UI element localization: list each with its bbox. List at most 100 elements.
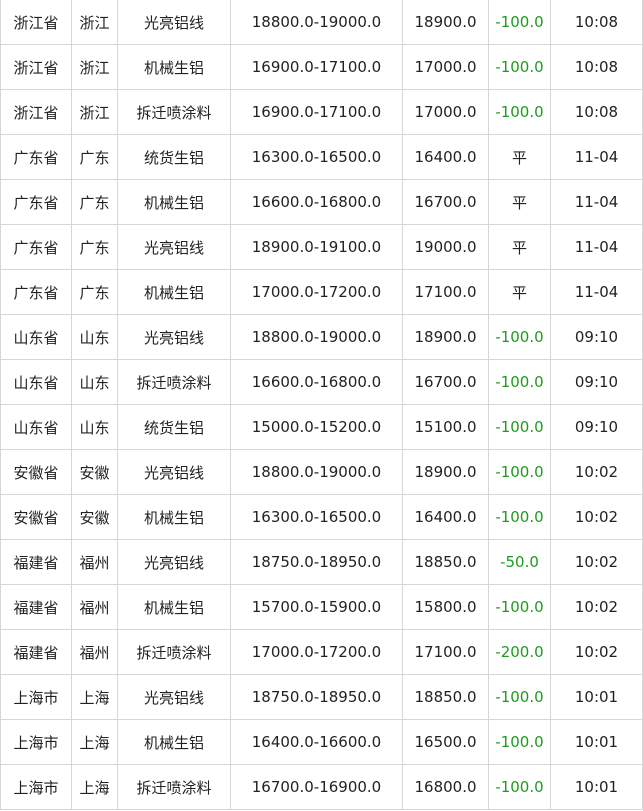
price-range-cell: 18800.0-19000.0	[230, 314, 403, 360]
province-cell: 安徽省	[0, 449, 72, 495]
average-price-cell: 18900.0	[402, 0, 489, 45]
product-cell: 机械生铝	[117, 269, 231, 315]
average-price-cell: 16800.0	[402, 764, 489, 810]
update-time-cell: 11-04	[550, 224, 643, 270]
average-price-cell: 16700.0	[402, 179, 489, 225]
city-cell: 安徽	[71, 449, 118, 495]
product-cell: 拆迁喷涂料	[117, 629, 231, 675]
average-price-cell: 17000.0	[402, 44, 489, 90]
province-cell: 广东省	[0, 224, 72, 270]
table-row: 福建省 福州 机械生铝 15700.0-15900.0 15800.0 -100.0 10:…	[0, 584, 643, 630]
price-change-cell: -100.0	[488, 584, 551, 630]
province-cell: 广东省	[0, 134, 72, 180]
price-change-cell: 平	[488, 134, 551, 180]
city-cell: 山东	[71, 404, 118, 450]
table-row: 上海市 上海 光亮铝线 18750.0-18950.0 18850.0 -100.0 10:…	[0, 674, 643, 720]
table-row: 广东省 广东 机械生铝 16600.0-16800.0 16700.0 平 11-04	[0, 179, 643, 225]
price-change-cell: 平	[488, 269, 551, 315]
average-price-cell: 16400.0	[402, 134, 489, 180]
price-change-cell: -100.0	[488, 314, 551, 360]
average-price-cell: 16400.0	[402, 494, 489, 540]
average-price-cell: 17000.0	[402, 89, 489, 135]
city-cell: 广东	[71, 134, 118, 180]
price-range-cell: 16700.0-16900.0	[230, 764, 403, 810]
price-range-cell: 16900.0-17100.0	[230, 89, 403, 135]
product-cell: 拆迁喷涂料	[117, 359, 231, 405]
price-range-cell: 15700.0-15900.0	[230, 584, 403, 630]
average-price-cell: 19000.0	[402, 224, 489, 270]
table-row: 上海市 上海 机械生铝 16400.0-16600.0 16500.0 -100.0 10:…	[0, 719, 643, 765]
update-time-cell: 10:08	[550, 44, 643, 90]
province-cell: 浙江省	[0, 0, 72, 45]
product-cell: 机械生铝	[117, 44, 231, 90]
update-time-cell: 10:02	[550, 629, 643, 675]
price-range-cell: 16900.0-17100.0	[230, 44, 403, 90]
city-cell: 广东	[71, 224, 118, 270]
update-time-cell: 11-04	[550, 134, 643, 180]
table-row: 浙江省 浙江 拆迁喷涂料 16900.0-17100.0 17000.0 -100.0 10…	[0, 89, 643, 135]
city-cell: 浙江	[71, 89, 118, 135]
product-cell: 光亮铝线	[117, 449, 231, 495]
price-range-cell: 17000.0-17200.0	[230, 629, 403, 675]
province-cell: 广东省	[0, 269, 72, 315]
table-row: 广东省 广东 机械生铝 17000.0-17200.0 17100.0 平 11-04	[0, 269, 643, 315]
price-change-cell: -100.0	[488, 404, 551, 450]
price-range-cell: 16600.0-16800.0	[230, 179, 403, 225]
city-cell: 福州	[71, 539, 118, 585]
price-range-cell: 18800.0-19000.0	[230, 0, 403, 45]
update-time-cell: 10:01	[550, 674, 643, 720]
price-range-cell: 16300.0-16500.0	[230, 494, 403, 540]
table-row: 上海市 上海 拆迁喷涂料 16700.0-16900.0 16800.0 -100.0 10…	[0, 764, 643, 810]
table-row: 山东省 山东 统货生铝 15000.0-15200.0 15100.0 -100.0 09:…	[0, 404, 643, 450]
city-cell: 广东	[71, 269, 118, 315]
product-cell: 拆迁喷涂料	[117, 89, 231, 135]
table-row: 广东省 广东 光亮铝线 18900.0-19100.0 19000.0 平 11-04	[0, 224, 643, 270]
update-time-cell: 10:02	[550, 449, 643, 495]
product-cell: 机械生铝	[117, 719, 231, 765]
price-change-cell: -100.0	[488, 674, 551, 720]
price-change-cell: 平	[488, 179, 551, 225]
price-change-cell: -100.0	[488, 449, 551, 495]
city-cell: 山东	[71, 359, 118, 405]
table-row: 浙江省 浙江 机械生铝 16900.0-17100.0 17000.0 -100.0 10:…	[0, 44, 643, 90]
price-range-cell: 16300.0-16500.0	[230, 134, 403, 180]
province-cell: 浙江省	[0, 89, 72, 135]
average-price-cell: 18900.0	[402, 314, 489, 360]
city-cell: 浙江	[71, 44, 118, 90]
province-cell: 上海市	[0, 719, 72, 765]
update-time-cell: 10:01	[550, 719, 643, 765]
province-cell: 福建省	[0, 539, 72, 585]
city-cell: 安徽	[71, 494, 118, 540]
price-table: 浙江省 浙江 光亮铝线 18800.0-19000.0 18900.0 -100.0 10:…	[0, 0, 643, 810]
average-price-cell: 16700.0	[402, 359, 489, 405]
product-cell: 机械生铝	[117, 179, 231, 225]
price-change-cell: 平	[488, 224, 551, 270]
product-cell: 光亮铝线	[117, 674, 231, 720]
city-cell: 上海	[71, 764, 118, 810]
city-cell: 广东	[71, 179, 118, 225]
table-row: 浙江省 浙江 光亮铝线 18800.0-19000.0 18900.0 -100.0 10:…	[0, 0, 643, 45]
price-range-cell: 18750.0-18950.0	[230, 674, 403, 720]
table-row: 山东省 山东 光亮铝线 18800.0-19000.0 18900.0 -100.0 09:…	[0, 314, 643, 360]
average-price-cell: 18900.0	[402, 449, 489, 495]
province-cell: 福建省	[0, 629, 72, 675]
price-change-cell: -100.0	[488, 719, 551, 765]
table-row: 山东省 山东 拆迁喷涂料 16600.0-16800.0 16700.0 -100.0 09…	[0, 359, 643, 405]
average-price-cell: 15100.0	[402, 404, 489, 450]
product-cell: 统货生铝	[117, 134, 231, 180]
product-cell: 统货生铝	[117, 404, 231, 450]
price-change-cell: -100.0	[488, 44, 551, 90]
table-row: 安徽省 安徽 光亮铝线 18800.0-19000.0 18900.0 -100.0 10:…	[0, 449, 643, 495]
table-row: 福建省 福州 拆迁喷涂料 17000.0-17200.0 17100.0 -200.0 10…	[0, 629, 643, 675]
update-time-cell: 11-04	[550, 269, 643, 315]
average-price-cell: 17100.0	[402, 269, 489, 315]
average-price-cell: 18850.0	[402, 674, 489, 720]
table-row: 福建省 福州 光亮铝线 18750.0-18950.0 18850.0 -50.0 10:0…	[0, 539, 643, 585]
average-price-cell: 18850.0	[402, 539, 489, 585]
update-time-cell: 10:08	[550, 89, 643, 135]
price-table-body: 浙江省 浙江 光亮铝线 18800.0-19000.0 18900.0 -100.0 10:…	[0, 0, 643, 810]
price-range-cell: 18900.0-19100.0	[230, 224, 403, 270]
table-row: 广东省 广东 统货生铝 16300.0-16500.0 16400.0 平 11-04	[0, 134, 643, 180]
city-cell: 福州	[71, 629, 118, 675]
province-cell: 山东省	[0, 359, 72, 405]
